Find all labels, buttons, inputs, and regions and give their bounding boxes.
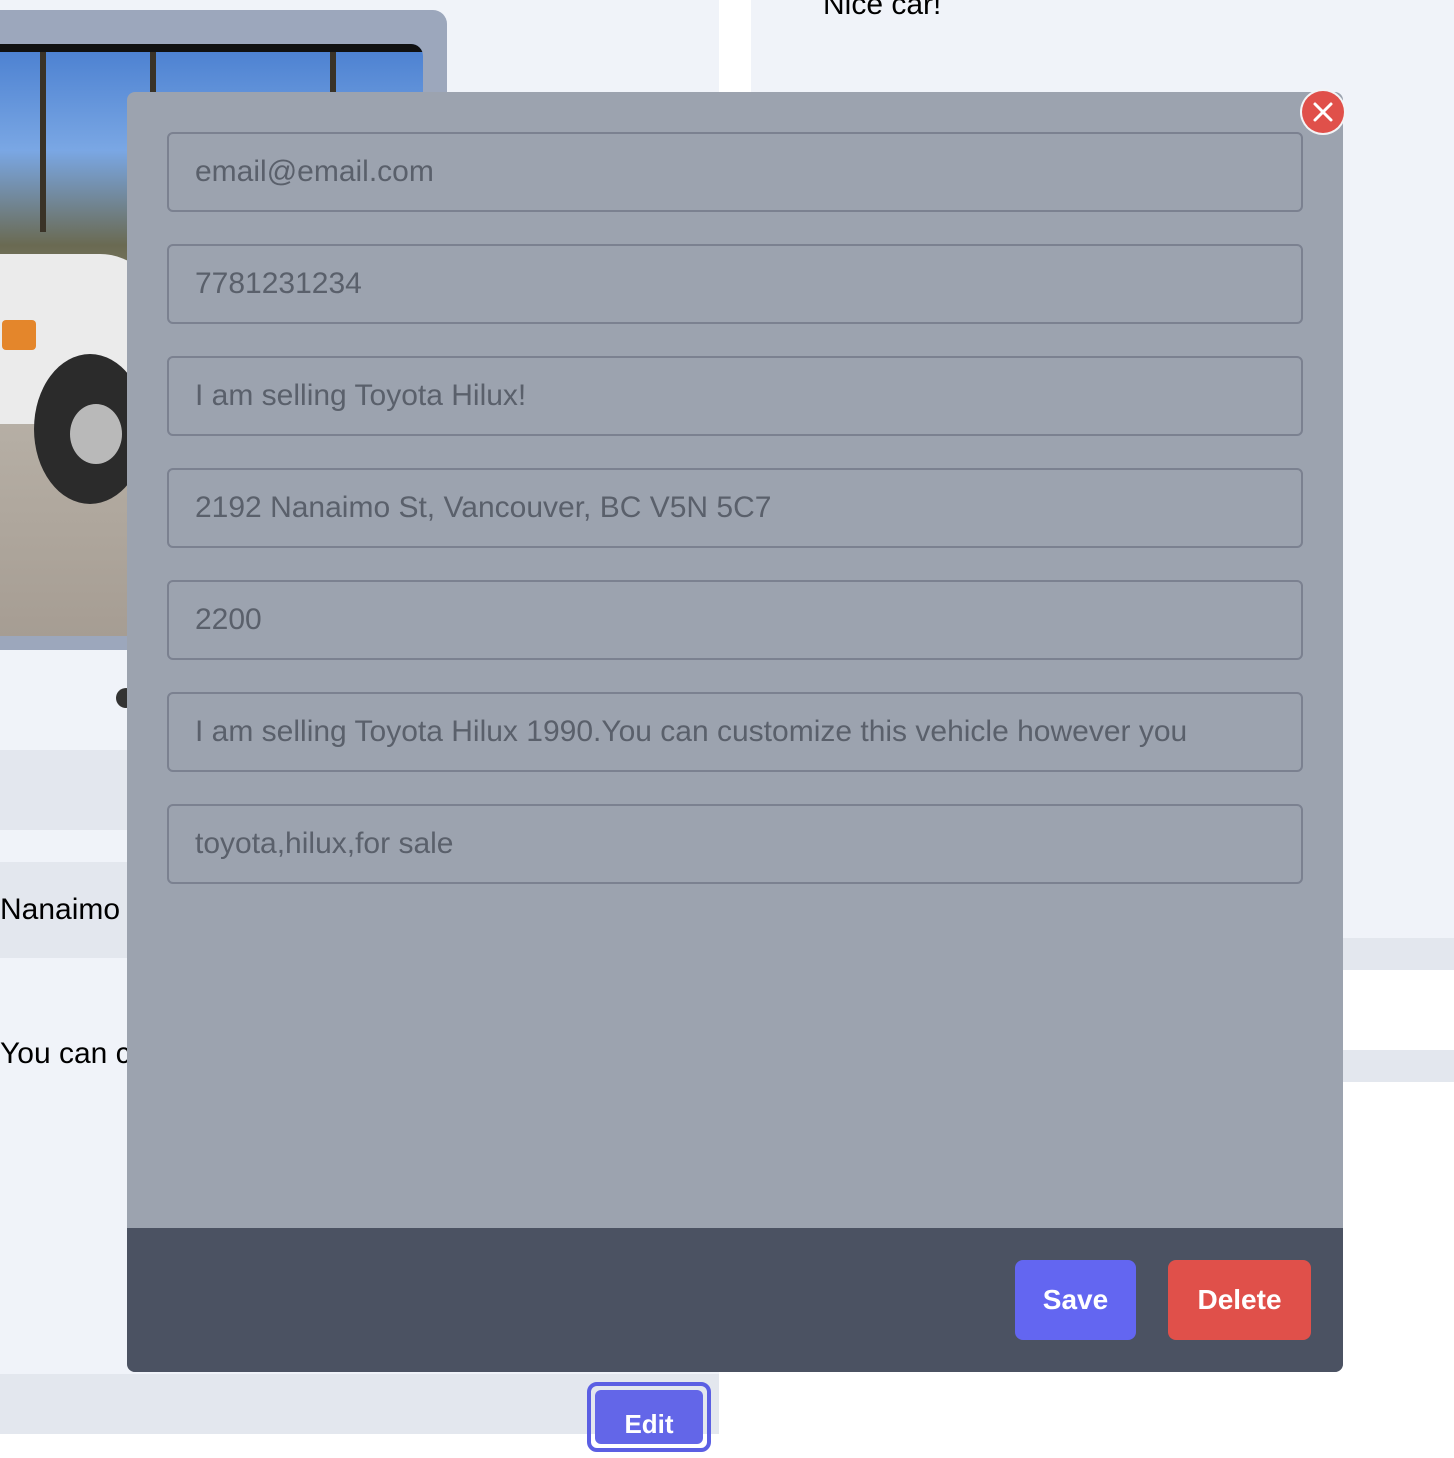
save-button[interactable]: Save xyxy=(1015,1260,1136,1340)
delete-button[interactable]: Delete xyxy=(1168,1260,1311,1340)
edit-button[interactable]: Edit xyxy=(587,1382,711,1452)
address-field[interactable] xyxy=(167,468,1303,548)
email-field[interactable] xyxy=(167,132,1303,212)
comment-divider xyxy=(1343,938,1454,970)
post-description: You can c xyxy=(0,1037,131,1070)
modal-form xyxy=(127,92,1343,1228)
comment-text: Nice car! xyxy=(823,0,942,21)
edit-button-label: Edit xyxy=(595,1390,703,1444)
comment-divider xyxy=(1343,1050,1454,1082)
title-field[interactable] xyxy=(167,356,1303,436)
phone-field[interactable] xyxy=(167,244,1303,324)
edit-post-modal: Save Delete xyxy=(127,92,1343,1372)
close-modal-button[interactable] xyxy=(1302,91,1344,133)
modal-footer: Save Delete xyxy=(127,1228,1343,1372)
tags-field[interactable] xyxy=(167,804,1303,884)
description-field[interactable] xyxy=(167,692,1303,772)
close-icon xyxy=(1313,102,1333,122)
price-field[interactable] xyxy=(167,580,1303,660)
